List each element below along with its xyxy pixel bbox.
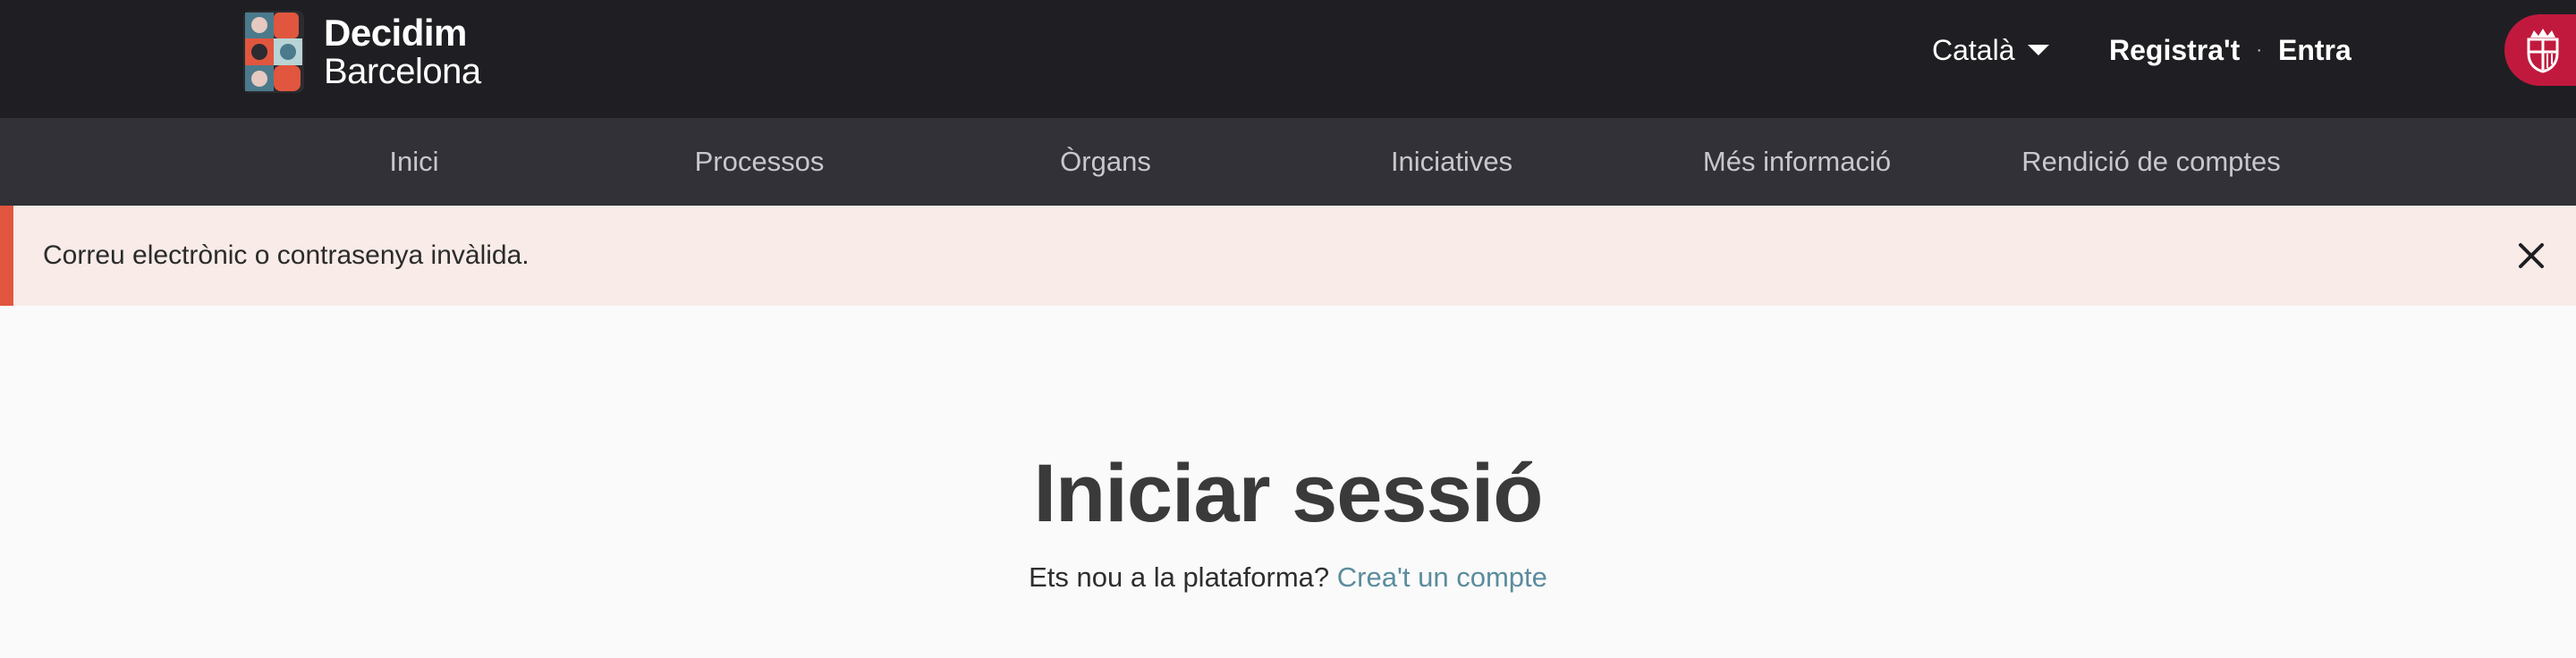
- signup-prompt: Ets nou a la plataforma? Crea't un compt…: [0, 561, 2576, 594]
- flash-message: Correu electrònic o contrasenya invàlida…: [43, 240, 530, 270]
- logo-line-2: Barcelona: [324, 52, 481, 91]
- nav-item-processos[interactable]: Processos: [695, 118, 825, 206]
- flash-alert: Correu electrònic o contrasenya invàlida…: [0, 206, 2576, 306]
- create-account-link[interactable]: Crea't un compte: [1337, 561, 1547, 593]
- top-bar: Decidim Barcelona Català Registra't · En…: [0, 0, 2576, 118]
- page-title: Iniciar sessió: [1033, 448, 1544, 539]
- auth-separator: ·: [2256, 39, 2262, 60]
- city-council-link[interactable]: [2504, 14, 2576, 86]
- signup-prompt-text: Ets nou a la plataforma?: [1029, 561, 1330, 593]
- login-link[interactable]: Entra: [2278, 34, 2351, 67]
- nav-item-rendicio-de-comptes[interactable]: Rendició de comptes: [2021, 118, 2281, 206]
- nav-item-iniciatives[interactable]: Iniciatives: [1391, 118, 1513, 206]
- logo-text: Decidim Barcelona: [324, 12, 481, 91]
- register-link[interactable]: Registra't: [2109, 34, 2240, 67]
- caret-down-icon: [2027, 45, 2049, 55]
- logo-line-1: Decidim: [324, 12, 467, 54]
- flash-accent-bar: [0, 206, 13, 306]
- auth-links: Registra't · Entra: [2109, 32, 2351, 68]
- main-navigation: Inici Processos Òrgans Iniciatives Més i…: [0, 118, 2576, 206]
- site-logo[interactable]: Decidim Barcelona: [243, 11, 512, 93]
- barcelona-shield-icon: [2527, 29, 2559, 73]
- nav-item-mes-informacio[interactable]: Més informació: [1703, 118, 1891, 206]
- language-label: Català: [1932, 33, 2015, 66]
- nav-item-organs[interactable]: Òrgans: [1060, 118, 1151, 206]
- language-selector[interactable]: Català: [1932, 32, 2049, 68]
- nav-item-inici[interactable]: Inici: [389, 118, 438, 206]
- close-icon[interactable]: [2513, 238, 2549, 274]
- decidim-b-logo-icon: [243, 11, 304, 93]
